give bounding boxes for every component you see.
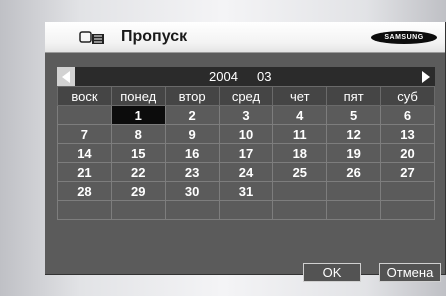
day-cell-empty	[110, 200, 166, 220]
day-cell-empty	[272, 181, 328, 201]
day-cell[interactable]: 13	[380, 124, 435, 144]
month-value: 03	[257, 69, 272, 84]
day-cell-empty	[380, 200, 435, 220]
day-cell[interactable]: 22	[110, 162, 166, 182]
calendar-week-row: 1 2 3 4 5 6	[57, 105, 435, 125]
weekday-label: чет	[272, 86, 328, 106]
calendar-week-row: 21 22 23 24 25 26 27	[57, 162, 435, 182]
day-cell[interactable]: 30	[164, 181, 220, 201]
prev-month-button[interactable]	[57, 67, 75, 86]
card-reader-icon	[79, 31, 104, 44]
day-cell[interactable]: 25	[272, 162, 328, 182]
arrow-left-icon	[62, 70, 70, 83]
cancel-button[interactable]: Отмена	[379, 263, 441, 282]
day-cell[interactable]: 14	[57, 143, 112, 163]
day-cell[interactable]: 28	[57, 181, 112, 201]
weekday-header-row: воск понед втор сред чет пят суб	[57, 86, 435, 106]
year-value: 2004	[209, 69, 238, 84]
day-cell-empty	[218, 200, 274, 220]
day-cell[interactable]: 6	[380, 105, 435, 125]
dialog-panel: Пропуск SAMSUNG 2004 03 воск понед втор …	[45, 22, 446, 282]
weekday-label: втор	[164, 86, 220, 106]
day-cell[interactable]: 3	[218, 105, 274, 125]
day-cell-empty	[57, 105, 112, 125]
ok-button[interactable]: OK	[303, 263, 361, 282]
day-cell[interactable]: 8	[110, 124, 166, 144]
day-cell[interactable]: 23	[164, 162, 220, 182]
calendar-week-row: 7 8 9 10 11 12 13	[57, 124, 435, 144]
day-cell[interactable]: 12	[326, 124, 382, 144]
day-cell-empty	[380, 181, 435, 201]
day-cell-selected[interactable]: 1	[110, 105, 166, 125]
day-cell[interactable]: 15	[110, 143, 166, 163]
day-cell-empty	[326, 200, 382, 220]
next-month-button[interactable]	[417, 67, 435, 86]
calendar-grid: воск понед втор сред чет пят суб 1 2 3 4…	[57, 86, 435, 220]
month-nav-bar: 2004 03	[57, 67, 435, 86]
day-cell[interactable]: 9	[164, 124, 220, 144]
brand-logo: SAMSUNG	[371, 31, 437, 44]
day-cell[interactable]: 18	[272, 143, 328, 163]
day-cell[interactable]: 29	[110, 181, 166, 201]
calendar-week-row	[57, 200, 435, 220]
arrow-right-icon	[422, 70, 430, 83]
calendar-week-row: 14 15 16 17 18 19 20	[57, 143, 435, 163]
day-cell[interactable]: 20	[380, 143, 435, 163]
calendar-week-row: 28 29 30 31	[57, 181, 435, 201]
day-cell[interactable]: 31	[218, 181, 274, 201]
day-cell[interactable]: 2	[164, 105, 220, 125]
day-cell[interactable]: 19	[326, 143, 382, 163]
day-cell[interactable]: 27	[380, 162, 435, 182]
day-cell[interactable]: 21	[57, 162, 112, 182]
day-cell[interactable]: 7	[57, 124, 112, 144]
day-cell[interactable]: 26	[326, 162, 382, 182]
dialog-header: Пропуск SAMSUNG	[45, 22, 445, 53]
weekday-label: понед	[110, 86, 166, 106]
weekday-label: воск	[57, 86, 112, 106]
day-cell[interactable]: 5	[326, 105, 382, 125]
day-cell[interactable]: 16	[164, 143, 220, 163]
day-cell[interactable]: 17	[218, 143, 274, 163]
day-cell-empty	[272, 200, 328, 220]
day-cell[interactable]: 4	[272, 105, 328, 125]
day-cell-empty	[57, 200, 112, 220]
page-title: Пропуск	[121, 28, 188, 45]
day-cell[interactable]: 24	[218, 162, 274, 182]
weekday-label: сред	[218, 86, 274, 106]
day-cell-empty	[164, 200, 220, 220]
day-cell-empty	[326, 181, 382, 201]
day-cell[interactable]: 11	[272, 124, 328, 144]
weekday-label: суб	[380, 86, 435, 106]
weekday-label: пят	[326, 86, 382, 106]
day-cell[interactable]: 10	[218, 124, 274, 144]
